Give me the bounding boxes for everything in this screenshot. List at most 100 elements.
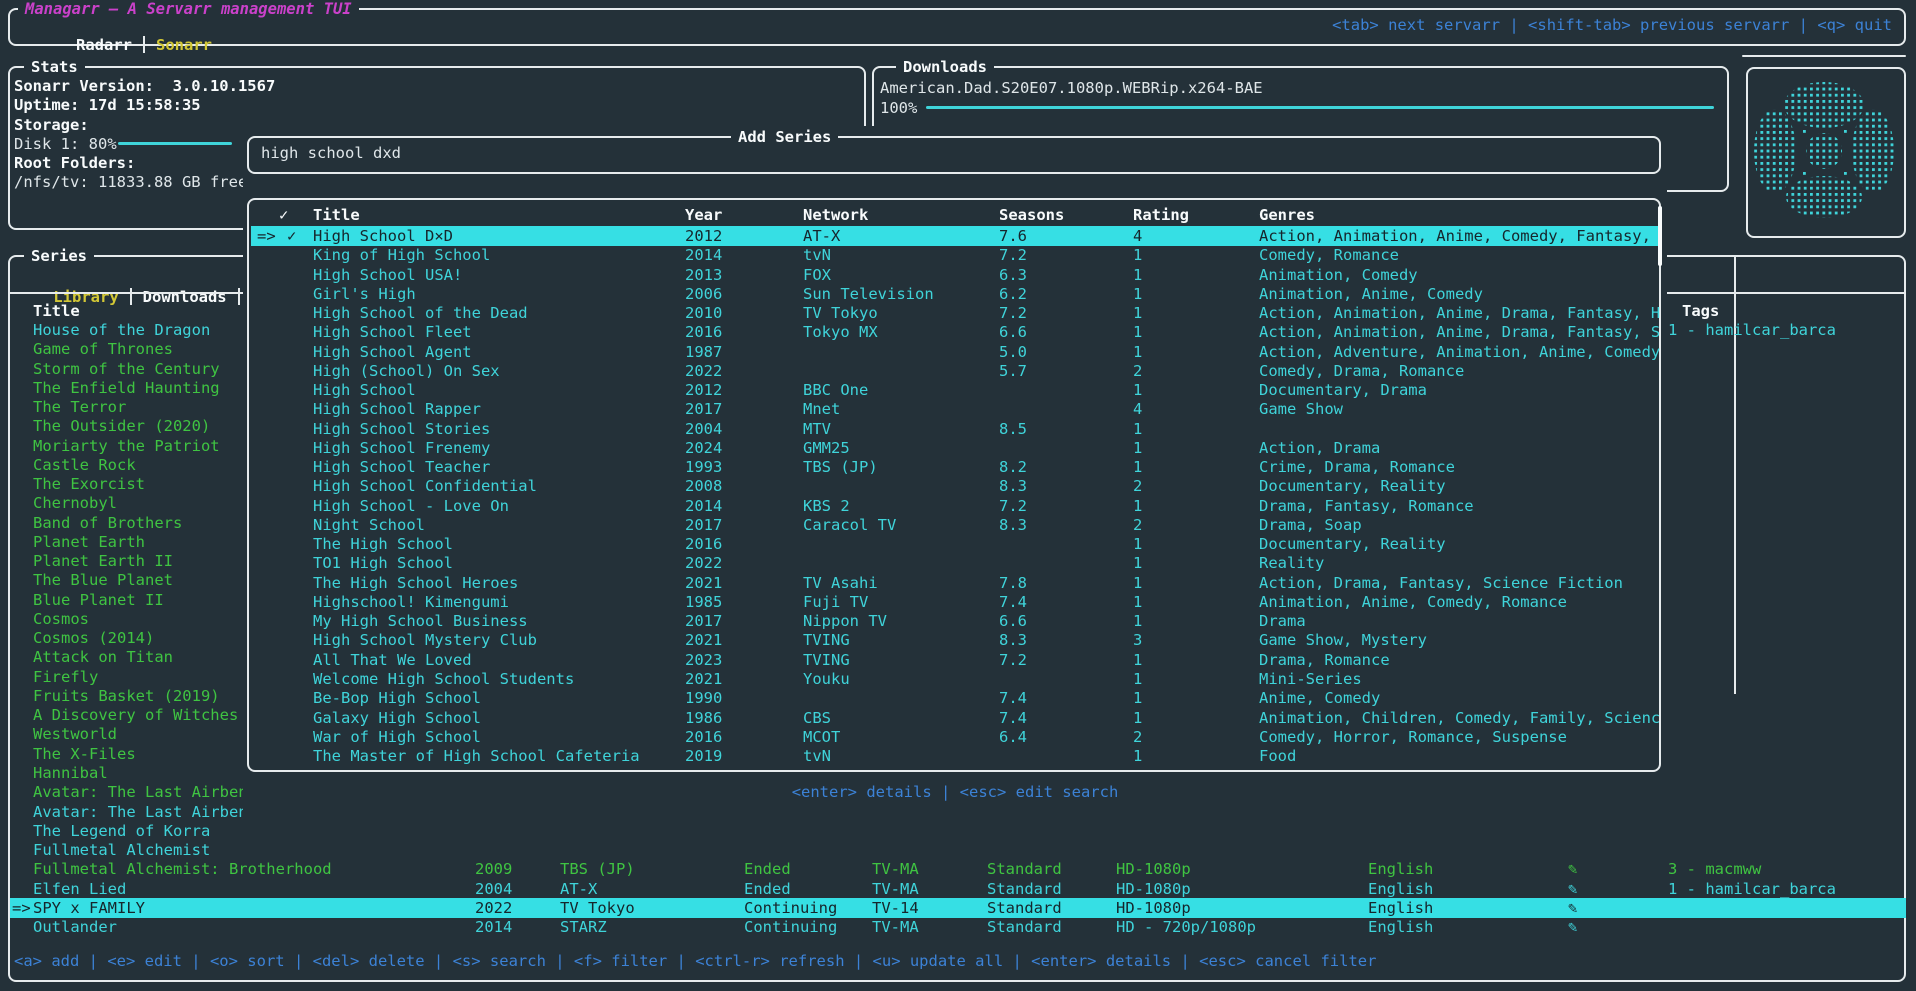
series-title-cell: Fullmetal Alchemist (33, 840, 210, 860)
result-row[interactable]: High (School) On Sex20225.72Comedy, Dram… (251, 361, 1657, 381)
result-row[interactable]: =>✓High School D×D2012AT-X7.64Action, An… (251, 226, 1659, 246)
result-row[interactable]: Welcome High School Students2021Youku1Mi… (251, 669, 1657, 689)
series-certification-cell: TV-MA (872, 917, 919, 937)
library-row[interactable]: Elfen Lied2004AT-XEndedTV-MAStandardHD-1… (0, 879, 1916, 899)
library-row[interactable]: =>SPY x FAMILY2022TV TokyoContinuingTV-1… (0, 898, 1916, 918)
downloads-title: Downloads (896, 57, 994, 77)
result-row[interactable]: High School USA!2013FOX6.31Animation, Co… (251, 265, 1657, 285)
result-title-cell: Highschool! Kimengumi (313, 592, 509, 612)
result-row[interactable]: High School Mystery Club2021TVING8.33Gam… (251, 630, 1657, 650)
result-genres-cell: Crime, Drama, Romance (1259, 457, 1455, 477)
series-search-input[interactable]: Add Series high school dxd (247, 136, 1661, 174)
result-rating-cell: 1 (1133, 708, 1142, 728)
result-row[interactable]: High School - Love On2014KBS 27.21Drama,… (251, 496, 1657, 516)
library-column-tags: Tags (1682, 301, 1719, 321)
header-title: Title (313, 205, 360, 225)
result-network-cell: TVING (803, 630, 850, 650)
series-type-cell: Standard (987, 879, 1062, 899)
series-year-cell: 2009 (475, 859, 512, 879)
result-genres-cell: Animation, Anime, Comedy (1259, 284, 1483, 304)
result-row[interactable]: Girl's High2006Sun Television6.21Animati… (251, 284, 1657, 304)
result-row[interactable]: High School Rapper2017Mnet4Game Show (251, 399, 1657, 419)
result-genres-cell: Action, Animation, Anime, Drama, Fantasy… (1259, 303, 1660, 323)
series-title-cell: House of the Dragon (33, 320, 210, 340)
results-scrollbar[interactable] (1658, 206, 1662, 266)
stats-uptime: Uptime: 17d 15:58:35 (14, 95, 201, 115)
result-year-cell: 1985 (685, 592, 722, 612)
result-row[interactable]: High School Stories2004MTV8.51 (251, 419, 1657, 439)
series-title-cell: Elfen Lied (33, 879, 126, 899)
result-network-cell: Fuji TV (803, 592, 868, 612)
result-row[interactable]: High School Agent19875.01Action, Adventu… (251, 342, 1657, 362)
result-year-cell: 2017 (685, 515, 722, 535)
result-row[interactable]: TO1 High School20221Reality (251, 553, 1657, 573)
result-title-cell: Welcome High School Students (313, 669, 574, 689)
result-seasons-cell: 7.2 (999, 245, 1027, 265)
top-bar: Managarr — A Servarr management TUI Rada… (8, 8, 1906, 46)
result-network-cell: Sun Television (803, 284, 934, 304)
series-title-cell: The Legend of Korra (33, 821, 210, 841)
result-title-cell: High School Rapper (313, 399, 481, 419)
bottom-keybind-hints: <a> add | <e> edit | <o> sort | <del> de… (14, 951, 1376, 971)
result-row[interactable]: My High School Business2017Nippon TV6.61… (251, 611, 1657, 631)
result-title-cell: High School Agent (313, 342, 472, 362)
series-title-cell: Castle Rock (33, 455, 136, 475)
result-rating-cell: 1 (1133, 438, 1142, 458)
library-row[interactable]: Outlander2014STARZContinuingTV-MAStandar… (0, 917, 1916, 937)
series-tag-cell: 1 - hamilcar_barca (1668, 320, 1836, 340)
result-row[interactable]: High School Fleet2016Tokyo MX6.61Action,… (251, 322, 1657, 342)
series-status-cell: Continuing (744, 898, 837, 918)
result-row[interactable]: War of High School2016MCOT6.42Comedy, Ho… (251, 727, 1657, 747)
result-row[interactable]: The High School20161Documentary, Reality (251, 534, 1657, 554)
result-row[interactable]: The High School Heroes2021TV Asahi7.81Ac… (251, 573, 1657, 593)
selection-arrow: => (12, 898, 31, 918)
result-row[interactable]: Night School2017Caracol TV8.32Drama, Soa… (251, 515, 1657, 535)
series-network-cell: AT-X (560, 879, 597, 899)
series-title-cell: Chernobyl (33, 493, 117, 513)
result-rating-cell: 1 (1133, 573, 1142, 593)
result-row[interactable]: High School2012BBC One1Documentary, Dram… (251, 380, 1657, 400)
series-quality-cell: HD-1080p (1116, 879, 1191, 899)
result-genres-cell: Documentary, Reality (1259, 476, 1446, 496)
result-genres-cell: Drama, Fantasy, Romance (1259, 496, 1474, 516)
result-seasons-cell: 5.0 (999, 342, 1027, 362)
result-rating-cell: 1 (1133, 650, 1142, 670)
result-network-cell: FOX (803, 265, 831, 285)
result-year-cell: 2023 (685, 650, 722, 670)
result-genres-cell: Drama, Romance (1259, 650, 1390, 670)
result-title-cell: TO1 High School (313, 553, 453, 573)
series-language-cell: English (1368, 898, 1433, 918)
result-year-cell: 2021 (685, 630, 722, 650)
result-row[interactable]: High School Confidential20088.32Document… (251, 476, 1657, 496)
result-year-cell: 2012 (685, 380, 722, 400)
result-genres-cell: Animation, Anime, Comedy, Romance (1259, 592, 1567, 612)
result-year-cell: 2016 (685, 727, 722, 747)
library-row[interactable]: Fullmetal Alchemist: Brotherhood2009TBS … (0, 859, 1916, 879)
result-row[interactable]: All That We Loved2023TVING7.21Drama, Rom… (251, 650, 1657, 670)
series-type-cell: Standard (987, 898, 1062, 918)
result-row[interactable]: High School of the Dead2010TV Tokyo7.21A… (251, 303, 1657, 323)
tab-downloads[interactable]: Downloads (143, 288, 227, 306)
tab-radarr[interactable]: Radarr (76, 36, 132, 54)
tab-sonarr[interactable]: Sonarr (156, 36, 212, 54)
series-certification-cell: TV-MA (872, 859, 919, 879)
result-row[interactable]: Highschool! Kimengumi1985Fuji TV7.41Anim… (251, 592, 1657, 612)
result-title-cell: The Master of High School Cafeteria (313, 746, 640, 766)
result-network-cell: MCOT (803, 727, 840, 747)
series-title-cell: Game of Thrones (33, 339, 173, 359)
series-language-cell: English (1368, 917, 1433, 937)
result-row[interactable]: The Master of High School Cafeteria2019t… (251, 746, 1657, 766)
result-title-cell: Night School (313, 515, 425, 535)
result-row[interactable]: High School Teacher1993TBS (JP)8.21Crime… (251, 457, 1657, 477)
result-row[interactable]: Galaxy High School1986CBS7.41Animation, … (251, 708, 1657, 728)
header-seasons: Seasons (999, 205, 1064, 225)
result-row[interactable]: Be-Bop High School19907.41Anime, Comedy (251, 688, 1657, 708)
result-title-cell: High School Fleet (313, 322, 472, 342)
result-rating-cell: 3 (1133, 630, 1142, 650)
series-title-cell: Moriarty the Patriot (33, 436, 220, 456)
result-row[interactable]: High School Frenemy2024GMM251Action, Dra… (251, 438, 1657, 458)
result-title-cell: High School - Love On (313, 496, 509, 516)
result-network-cell: CBS (803, 708, 831, 728)
result-row[interactable]: King of High School2014tvN7.21Comedy, Ro… (251, 245, 1657, 265)
result-title-cell: The High School Heroes (313, 573, 518, 593)
